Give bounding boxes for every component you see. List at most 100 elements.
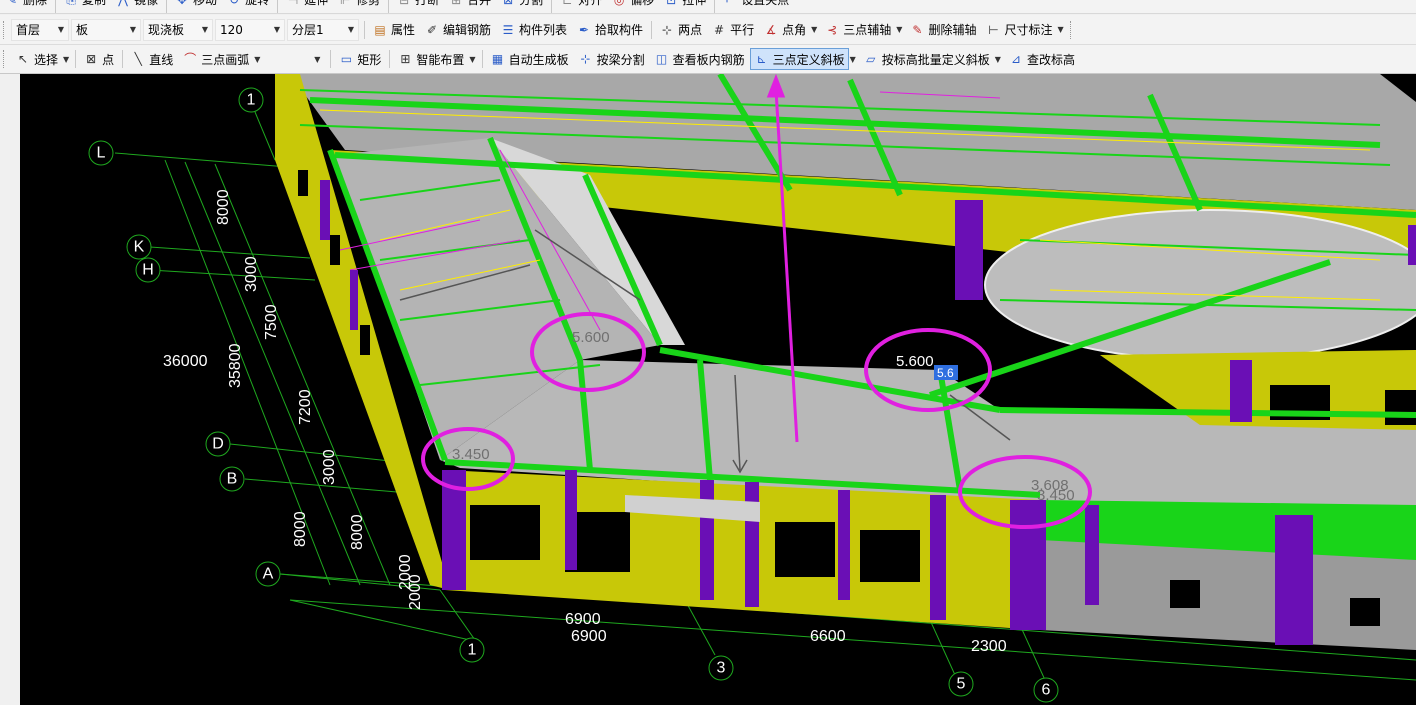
slope-slab-icon: ⊾ xyxy=(756,52,767,66)
align-button[interactable]: ⊏对齐 xyxy=(555,0,606,11)
rectangle-button[interactable]: ▭ 矩形 xyxy=(334,48,385,70)
toolbar-grip[interactable] xyxy=(3,50,7,68)
three-point-axis-button[interactable]: ⊰ 三点辅轴 xyxy=(820,19,895,41)
drawing-viewport[interactable]: 1 L K H D B A 1 3 5 6 36000 35800 8000 3… xyxy=(0,74,1416,705)
chevron-down-icon[interactable]: ▼ xyxy=(254,55,260,64)
sublayer-select[interactable]: 分层1 ▼ xyxy=(287,18,359,41)
three-point-slope-slab-button[interactable]: ⊾ 三点定义斜板 xyxy=(749,48,849,70)
chevron-down-icon: ▼ xyxy=(273,25,280,34)
separator xyxy=(481,50,483,68)
component-toolbar: 首层 ▼ 板 ▼ 现浇板 ▼ 120 ▼ 分层1 ▼ ▤ 属性 ✐ 编辑钢筋 ☰ 构件列表 ✒ 拾… xyxy=(0,15,1416,45)
component-subtype-select[interactable]: 现浇板 ▼ xyxy=(143,18,213,41)
elevation-input-value: 5.6 xyxy=(937,366,954,380)
delete-button[interactable]: ✎删除 xyxy=(0,0,51,11)
eyedropper-icon: ✒ xyxy=(579,22,590,37)
dim-label: 6900 xyxy=(565,611,601,628)
select-button[interactable]: ↖ 选择 xyxy=(11,48,62,70)
edit-rebar-button[interactable]: ✐ 编辑钢筋 xyxy=(420,19,495,41)
set-grip-button[interactable]: ⌐设置夹点 xyxy=(718,0,793,11)
dimension-icon: ⊢ xyxy=(988,22,999,37)
chevron-down-icon[interactable]: ▼ xyxy=(63,55,69,64)
chevron-down-icon[interactable]: ▼ xyxy=(850,55,856,64)
view-slab-rebar-button[interactable]: ◫ 查看板内钢筋 xyxy=(650,48,749,70)
parallel-button[interactable]: # 平行 xyxy=(707,19,758,41)
align-icon: ⊏ xyxy=(559,0,575,8)
arc-button[interactable]: ⌒ 三点画弧 xyxy=(178,48,253,70)
chevron-down-icon[interactable]: ▼ xyxy=(1057,25,1063,34)
axis-label: K xyxy=(134,239,145,256)
separator xyxy=(330,50,332,68)
component-type-select[interactable]: 板 ▼ xyxy=(71,18,141,41)
change-elevation-button[interactable]: ⊿ 查改标高 xyxy=(1004,48,1079,70)
component-list-button[interactable]: ☰ 构件列表 xyxy=(496,19,571,41)
chevron-down-icon: ▼ xyxy=(347,25,354,34)
extend-icon: ⊣ xyxy=(285,0,301,8)
chevron-down-icon[interactable]: ▼ xyxy=(811,25,817,34)
auto-generate-slab-button[interactable]: ▦ 自动生成板 xyxy=(486,48,573,70)
dim-label: 7500 xyxy=(263,304,280,340)
view-rebar-icon: ◫ xyxy=(655,52,668,66)
change-elevation-icon: ⊿ xyxy=(1010,52,1021,66)
edit-rebar-icon: ✐ xyxy=(426,22,438,37)
elevation-label: 5.600 xyxy=(896,353,934,370)
mirror-button[interactable]: ⋀镜像 xyxy=(111,0,162,11)
copy-button[interactable]: ⎘复制 xyxy=(59,0,110,11)
merge-button[interactable]: ⊞合并 xyxy=(444,0,495,11)
split-by-beam-icon: ⊹ xyxy=(580,52,591,66)
separator xyxy=(389,50,391,68)
delete-axis-button[interactable]: ✎ 删除辅轴 xyxy=(905,19,980,41)
copy-icon: ⎘ xyxy=(63,0,79,8)
toolbar-grip[interactable] xyxy=(3,20,7,39)
offset-icon: ◎ xyxy=(611,0,627,8)
dim-label: 2000 xyxy=(407,574,424,610)
dim-label: 8000 xyxy=(292,511,309,547)
merge-icon: ⊞ xyxy=(448,0,464,8)
3d-model-view[interactable]: 1 L K H D B A 1 3 5 6 36000 35800 8000 3… xyxy=(0,74,1416,705)
toolbar-grip[interactable] xyxy=(1069,20,1074,39)
pick-component-button[interactable]: ✒ 拾取构件 xyxy=(572,19,647,41)
dim-label: 35800 xyxy=(227,343,244,388)
component-name-select[interactable]: 120 ▼ xyxy=(215,18,285,41)
separator xyxy=(277,0,279,13)
point-icon: ⊠ xyxy=(86,52,97,66)
smart-layout-button[interactable]: ⊞ 智能布置 xyxy=(393,48,468,70)
circular-platform[interactable] xyxy=(984,209,1416,361)
extend-button[interactable]: ⊣延伸 xyxy=(281,0,332,11)
axis-label: 3 xyxy=(717,660,726,677)
floor-select[interactable]: 首层 ▼ xyxy=(11,18,69,41)
chevron-down-icon[interactable]: ▼ xyxy=(995,55,1001,64)
split-by-beam-button[interactable]: ⊹ 按梁分割 xyxy=(574,48,649,70)
smart-layout-icon: ⊞ xyxy=(400,52,411,66)
point-button[interactable]: ⊠ 点 xyxy=(79,48,118,70)
draw-toolbar: ↖ 选择 ▼ ⊠ 点 ╲ 直线 ⌒ 三点画弧 ▼ ▼ ▭ 矩形 ⊞ 智能布置 ▼ ▦ 自动生成… xyxy=(0,45,1416,74)
move-button[interactable]: ✥移动 xyxy=(170,0,221,11)
line-button[interactable]: ╲ 直线 xyxy=(126,48,177,70)
rotate-button[interactable]: ↻旋转 xyxy=(222,0,273,11)
properties-button[interactable]: ▤ 属性 xyxy=(368,19,419,41)
two-point-button[interactable]: ⊹ 两点 xyxy=(655,19,706,41)
chevron-down-icon: ▼ xyxy=(201,25,208,34)
dim-label: 36000 xyxy=(163,353,208,370)
trim-icon: ⊩ xyxy=(337,0,353,8)
batch-slope-by-elevation-button[interactable]: ▱ 按标高批量定义斜板 xyxy=(859,48,994,70)
arc-icon: ⌒ xyxy=(184,52,197,66)
arc-param-select[interactable]: ▼ xyxy=(263,48,326,70)
point-angle-icon: ∡ xyxy=(765,22,777,37)
break-button[interactable]: ⊟打断 xyxy=(392,0,443,11)
cursor-icon: ↖ xyxy=(17,52,29,66)
separator xyxy=(651,20,653,39)
separator xyxy=(55,0,57,13)
elevation-label: 5.600 xyxy=(572,329,610,346)
chevron-down-icon[interactable]: ▼ xyxy=(469,55,475,64)
trim-button[interactable]: ⊩修剪 xyxy=(333,0,384,11)
dimension-button[interactable]: ⊢ 尺寸标注 xyxy=(981,19,1056,41)
chevron-down-icon[interactable]: ▼ xyxy=(896,25,902,34)
offset-button[interactable]: ◎偏移 xyxy=(607,0,658,11)
split-button[interactable]: ⊠分割 xyxy=(496,0,547,11)
delete-icon: ✎ xyxy=(4,0,20,8)
stretch-button[interactable]: ⊡拉伸 xyxy=(659,0,710,11)
dim-label: 7200 xyxy=(297,389,314,425)
edit-toolbar: ✎删除 ⎘复制 ⋀镜像 ✥移动 ↻旋转 ⊣延伸 ⊩修剪 ⊟打断 ⊞合并 ⊠分割 … xyxy=(0,0,1416,14)
dim-label: 8000 xyxy=(215,189,232,225)
point-angle-button[interactable]: ∡ 点角 xyxy=(759,19,810,41)
